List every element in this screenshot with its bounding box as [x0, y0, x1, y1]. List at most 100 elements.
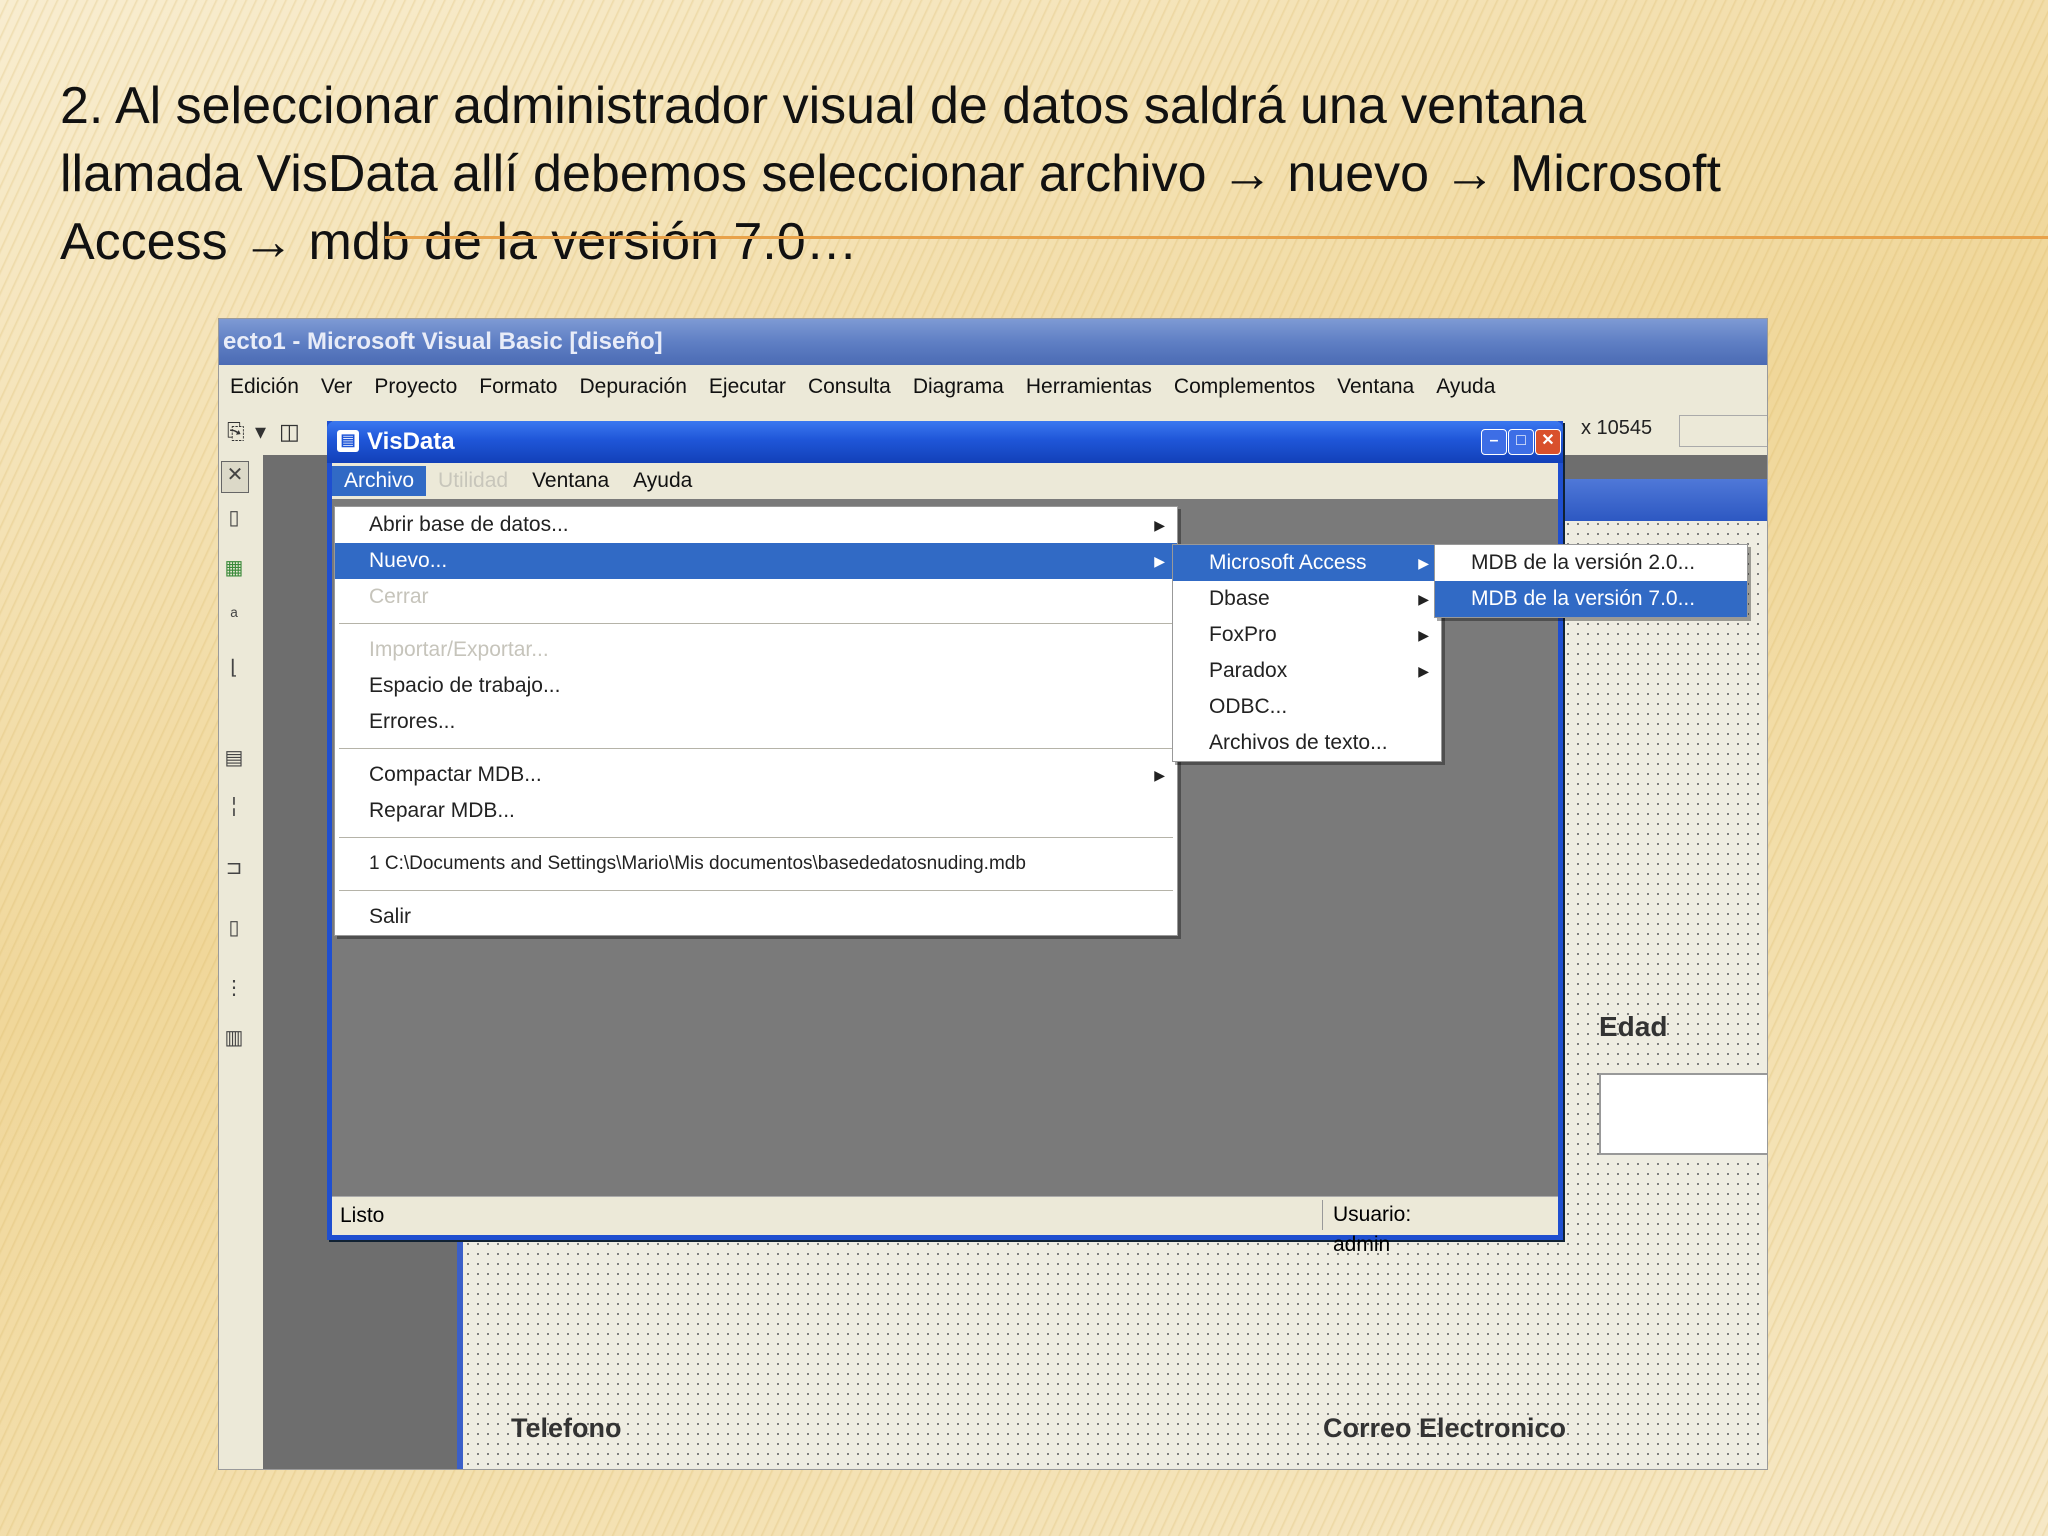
- menu-separator: [339, 748, 1173, 749]
- listbox-tool-icon[interactable]: ▯: [221, 915, 247, 945]
- vb-title-text: ecto1 - Microsoft Visual Basic [diseño]: [223, 328, 663, 355]
- menu-item-recent-file[interactable]: 1 C:\Documents and Settings\Mario\Mis do…: [335, 846, 1177, 882]
- submenu-item-foxpro[interactable]: FoxPro ▶: [1173, 617, 1441, 653]
- nuevo-submenu: Microsoft Access ▶ Dbase ▶ FoxPro ▶ Para…: [1172, 544, 1442, 762]
- coords-box: [1679, 415, 1767, 447]
- submenu-item-foxpro-label: FoxPro: [1209, 623, 1277, 646]
- submenu-item-mdb-20-label: MDB de la versión 2.0...: [1471, 551, 1696, 574]
- add-form-icon[interactable]: ◫: [279, 419, 300, 445]
- label-edad: Edad: [1599, 1011, 1668, 1042]
- menu-item-compactar[interactable]: Compactar MDB... ▶: [335, 757, 1177, 793]
- minimize-icon[interactable]: –: [1481, 429, 1507, 455]
- label-tool-icon[interactable]: ᵃ: [221, 605, 247, 635]
- submenu-item-texto-label: Archivos de texto...: [1209, 731, 1388, 754]
- menu-item-reparar[interactable]: Reparar MDB...: [335, 793, 1177, 829]
- visdata-title: VisData: [367, 428, 455, 455]
- submenu-item-paradox[interactable]: Paradox ▶: [1173, 653, 1441, 689]
- menu-separator: [339, 623, 1173, 624]
- vb-menu-proyecto[interactable]: Proyecto: [363, 375, 468, 399]
- frame-tool-icon[interactable]: ▤: [221, 745, 247, 775]
- vb-menu-ver[interactable]: Ver: [310, 375, 364, 399]
- menu-separator: [339, 837, 1173, 838]
- submenu-item-dbase-label: Dbase: [1209, 587, 1270, 610]
- title-line-3: Access → mdb de la versión 7.0…: [60, 213, 858, 271]
- visdata-title-bar[interactable]: ▤ VisData – □ ✕: [327, 421, 1563, 463]
- submenu-arrow-icon: ▶: [1418, 627, 1429, 643]
- vb-menu-formato[interactable]: Formato: [468, 375, 568, 399]
- slide-title: 2. Al seleccionar administrador visual d…: [60, 72, 2000, 276]
- submenu-arrow-icon: ▶: [1418, 555, 1429, 571]
- vb-menu-herramientas[interactable]: Herramientas: [1015, 375, 1163, 399]
- submenu-arrow-icon: ▶: [1418, 663, 1429, 679]
- coords-readout: x 10545: [1581, 417, 1653, 439]
- submenu-arrow-icon: ▶: [1154, 553, 1165, 569]
- visdata-menu-utilidad[interactable]: Utilidad: [426, 466, 520, 496]
- pointer-tool-icon[interactable]: ▯: [221, 505, 247, 535]
- visdata-status-bar: Listo Usuario: admin: [332, 1196, 1558, 1256]
- toolbox: ✕ ▯ ▦ ᵃ ⌊ ▤ ¦ ⊐ ▯ ⋮ ▥: [219, 455, 264, 1469]
- menu-item-cerrar-label: Cerrar: [369, 585, 429, 608]
- vb-menu-consulta[interactable]: Consulta: [797, 375, 902, 399]
- scroll-tool-icon[interactable]: ⋮: [221, 975, 247, 1005]
- visdata-menu-ayuda[interactable]: Ayuda: [621, 466, 704, 496]
- submenu-arrow-icon: ▶: [1418, 591, 1429, 607]
- submenu-item-mdb-20[interactable]: MDB de la versión 2.0...: [1435, 545, 1747, 581]
- menu-item-nuevo-label: Nuevo...: [369, 549, 448, 572]
- menu-item-espacio-trabajo[interactable]: Espacio de trabajo...: [335, 668, 1177, 704]
- timer-tool-icon[interactable]: ▥: [221, 1025, 247, 1055]
- menu-item-nuevo[interactable]: Nuevo... ▶: [335, 543, 1177, 579]
- vb-menu-complementos[interactable]: Complementos: [1163, 375, 1326, 399]
- checkbox-tool-icon[interactable]: ¦: [221, 795, 247, 825]
- menu-item-reparar-label: Reparar MDB...: [369, 799, 515, 822]
- menu-item-cerrar[interactable]: Cerrar: [335, 579, 1177, 615]
- vb-menu-depuracion[interactable]: Depuración: [568, 375, 697, 399]
- dropdown-arrow-icon[interactable]: ▾: [255, 419, 266, 445]
- menu-item-salir-label: Salir: [369, 905, 412, 928]
- submenu-item-access-label: Microsoft Access: [1209, 551, 1367, 574]
- vb-menu-diagrama[interactable]: Diagrama: [902, 375, 1015, 399]
- submenu-item-mdb-70[interactable]: MDB de la versión 7.0...: [1435, 581, 1747, 617]
- menu-item-abrir[interactable]: Abrir base de datos... ▶: [335, 507, 1177, 543]
- menu-item-errores[interactable]: Errores...: [335, 704, 1177, 740]
- visdata-menu-archivo[interactable]: Archivo: [332, 466, 427, 496]
- submenu-item-paradox-label: Paradox: [1209, 659, 1288, 682]
- label-telefono: Telefono: [511, 1413, 622, 1443]
- status-user: Usuario: admin: [1322, 1200, 1483, 1256]
- archivo-menu: Abrir base de datos... ▶ Nuevo... ▶ Cerr…: [334, 506, 1178, 936]
- combo-tool-icon[interactable]: ⊐: [221, 855, 247, 885]
- menu-separator: [339, 890, 1173, 891]
- access-submenu: MDB de la versión 2.0... MDB de la versi…: [1434, 544, 1748, 618]
- title-rule: [385, 236, 2048, 239]
- menu-item-errores-label: Errores...: [369, 710, 456, 733]
- toolbox-close-icon[interactable]: ✕: [221, 461, 249, 493]
- vb-menu-ejecutar[interactable]: Ejecutar: [698, 375, 797, 399]
- picture-tool-icon[interactable]: ▦: [221, 555, 247, 585]
- vb-title-bar: ecto1 - Microsoft Visual Basic [diseño]: [219, 319, 1767, 365]
- vb-menu-ayuda[interactable]: Ayuda: [1425, 375, 1506, 399]
- submenu-item-dbase[interactable]: Dbase ▶: [1173, 581, 1441, 617]
- title-line-1: 2. Al seleccionar administrador visual d…: [60, 77, 1587, 135]
- submenu-arrow-icon: ▶: [1154, 517, 1165, 533]
- input-edad[interactable]: [1599, 1073, 1767, 1155]
- label-correo: Correo Electronico: [1323, 1413, 1567, 1443]
- vb-menu-ventana[interactable]: Ventana: [1326, 375, 1425, 399]
- submenu-item-mdb-70-label: MDB de la versión 7.0...: [1471, 587, 1696, 610]
- close-icon[interactable]: ✕: [1535, 429, 1561, 455]
- menu-item-espacio-label: Espacio de trabajo...: [369, 674, 561, 697]
- submenu-item-microsoft-access[interactable]: Microsoft Access ▶: [1173, 545, 1441, 581]
- add-project-icon[interactable]: ⎘: [227, 419, 245, 445]
- menu-item-abrir-label: Abrir base de datos...: [369, 513, 569, 536]
- textbox-tool-icon[interactable]: ⌊: [221, 655, 247, 685]
- menu-item-importar[interactable]: Importar/Exportar...: [335, 632, 1177, 668]
- maximize-icon[interactable]: □: [1508, 429, 1534, 455]
- visdata-menu-ventana[interactable]: Ventana: [520, 466, 621, 496]
- menu-item-salir[interactable]: Salir: [335, 899, 1177, 935]
- menu-item-recent-label: 1 C:\Documents and Settings\Mario\Mis do…: [369, 853, 1026, 874]
- menu-item-importar-label: Importar/Exportar...: [369, 638, 549, 661]
- menu-item-compactar-label: Compactar MDB...: [369, 763, 542, 786]
- title-line-2: llamada VisData allí debemos seleccionar…: [60, 145, 1721, 203]
- vb-menu-edicion[interactable]: Edición: [219, 375, 310, 399]
- submenu-item-odbc[interactable]: ODBC...: [1173, 689, 1441, 725]
- submenu-item-archivos-texto[interactable]: Archivos de texto...: [1173, 725, 1441, 761]
- visdata-menu-bar: Archivo Utilidad Ventana Ayuda: [332, 463, 1558, 499]
